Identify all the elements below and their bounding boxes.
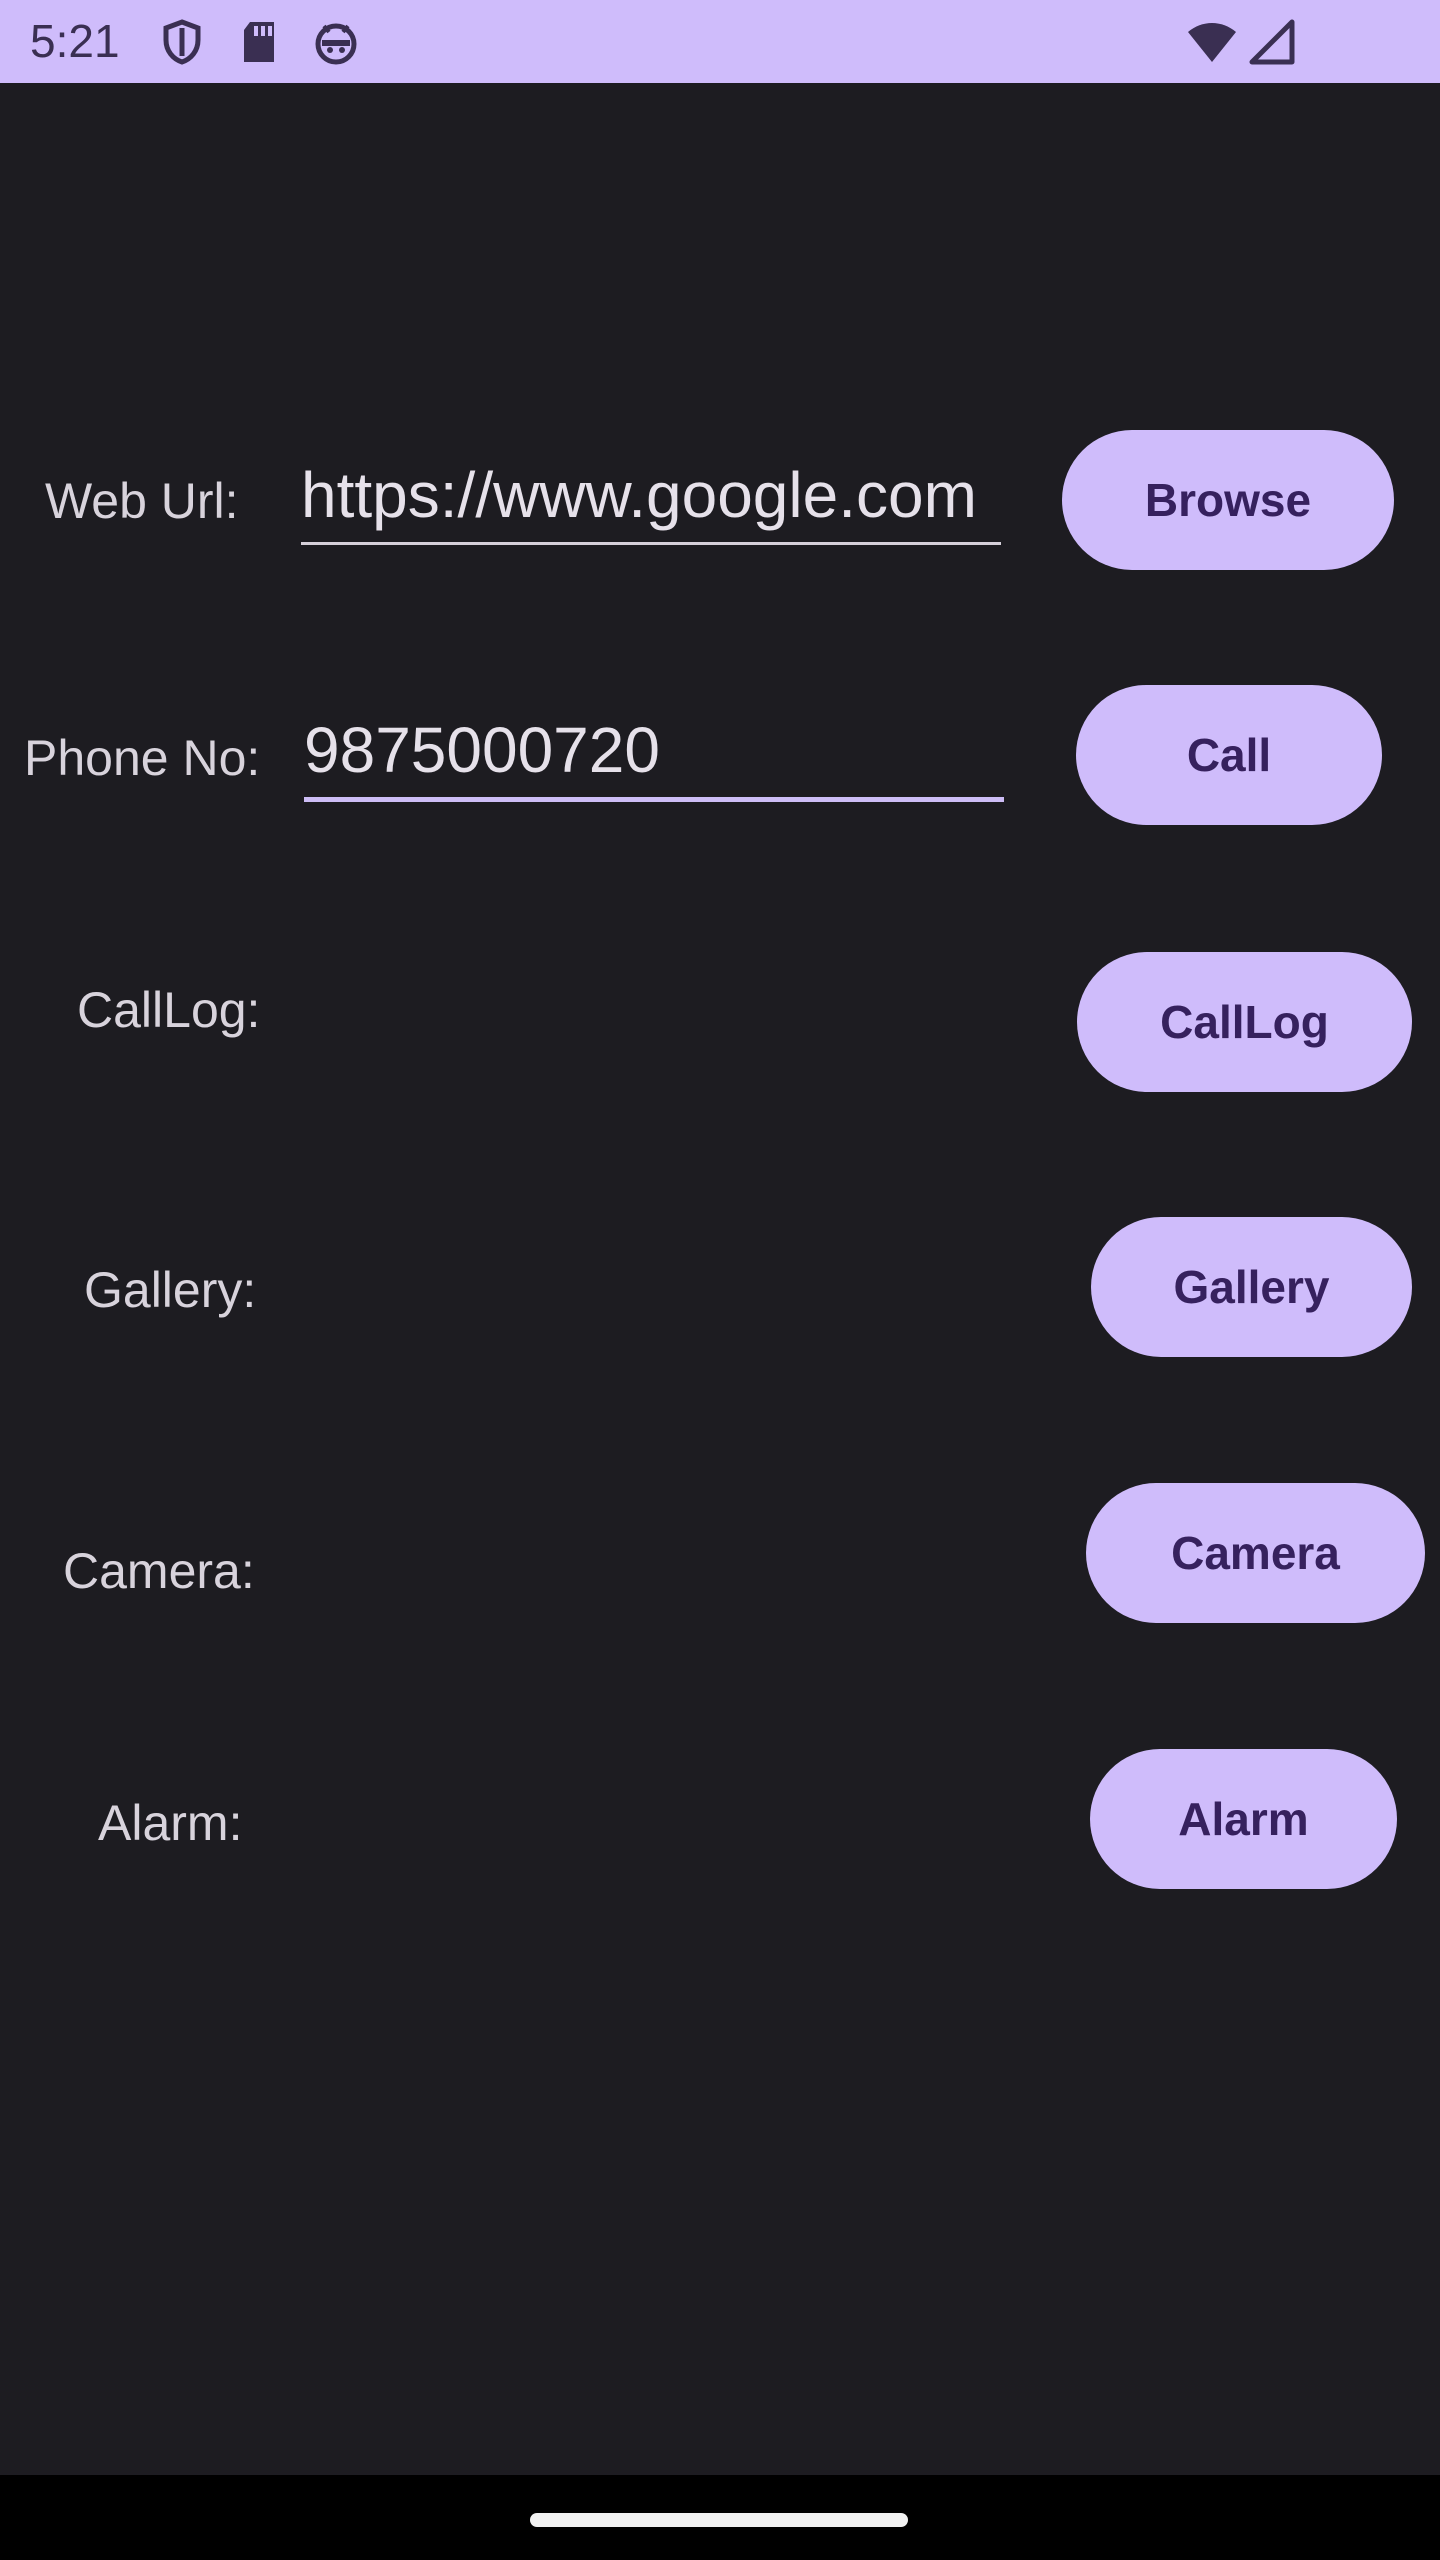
alarm-button[interactable]: Alarm [1090,1749,1397,1889]
shield-icon [158,18,206,66]
phone-value: 9875000720 [304,714,660,786]
status-bar: 5:21 [0,0,1440,83]
call-button[interactable]: Call [1076,685,1382,825]
gallery-label: Gallery: [84,1262,257,1318]
app-content: Web Url: https://www.google.com Browse P… [0,83,1440,2475]
calllog-button[interactable]: CallLog [1077,952,1412,1092]
sd-card-icon [236,18,284,66]
browse-button[interactable]: Browse [1062,430,1394,570]
alarm-label: Alarm: [98,1795,243,1851]
camera-button[interactable]: Camera [1086,1483,1425,1623]
cellular-signal-icon [1248,18,1296,66]
web-url-value: https://www.google.com [301,459,977,531]
calllog-label: CallLog: [77,982,261,1038]
web-url-label: Web Url: [45,473,239,529]
web-url-input[interactable]: https://www.google.com [301,458,1001,545]
gallery-button[interactable]: Gallery [1091,1217,1412,1357]
wifi-icon [1186,18,1238,66]
phone-label: Phone No: [24,730,261,786]
camera-label: Camera: [63,1543,255,1599]
navigation-bar [0,2475,1440,2560]
home-gesture-handle[interactable] [530,2513,908,2527]
status-time: 5:21 [30,15,120,67]
android-face-icon [312,18,360,66]
phone-input[interactable]: 9875000720 [304,713,1004,802]
